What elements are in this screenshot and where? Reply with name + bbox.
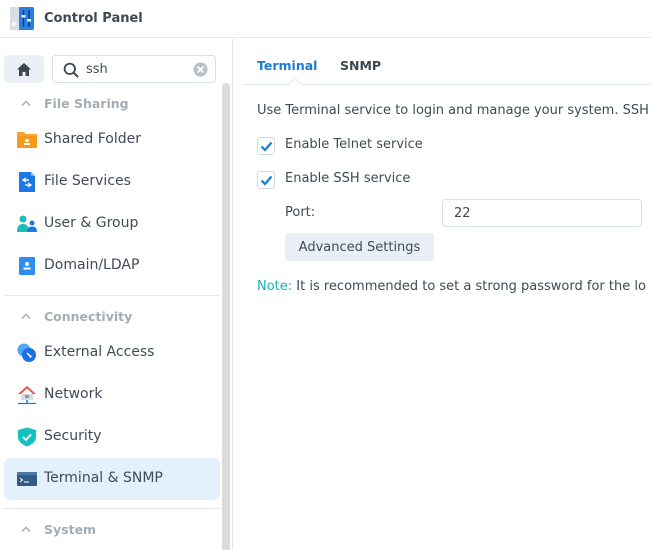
title-bar: Control Panel [0,0,651,38]
advanced-settings-button[interactable]: Advanced Settings [285,233,434,261]
sidebar-item-label: User & Group [44,215,139,231]
telnet-label: Enable Telnet service [285,137,423,152]
checkmark-icon [260,141,273,152]
sidebar-item-file-services[interactable]: File Services [4,161,220,203]
ssh-checkbox[interactable] [257,171,275,189]
chevron-up-icon [21,526,31,533]
group-label: Connectivity [44,308,133,324]
user-group-icon [17,215,37,232]
security-shield-icon [18,427,36,447]
ssh-label: Enable SSH service [285,171,411,186]
tab-terminal[interactable]: Terminal [257,58,317,73]
sidebar-item-security[interactable]: Security [4,416,220,458]
port-label: Port: [285,205,316,220]
note-body: It is recommended to set a strong passwo… [292,279,646,294]
home-button[interactable] [4,55,44,83]
sidebar-item-label: Domain/LDAP [44,257,140,273]
port-input[interactable] [442,199,642,227]
group-divider [4,295,220,296]
group-header-system[interactable]: System [0,517,220,541]
checkmark-icon [260,175,273,186]
terminal-icon [17,472,37,486]
sidebar-item-terminal-snmp[interactable]: Terminal & SNMP [4,458,220,500]
sidebar-item-label: Terminal & SNMP [44,470,163,486]
chevron-up-icon [21,100,31,107]
sidebar-item-label: Security [44,428,102,444]
domain-ldap-icon [19,257,35,275]
sidebar-item-shared-folder[interactable]: Shared Folder [4,119,220,161]
home-icon [17,62,31,76]
sidebar-item-label: File Services [44,173,131,189]
chevron-up-icon [21,313,31,320]
search-icon [63,62,79,78]
sidebar-item-user-group[interactable]: User & Group [4,203,220,245]
sidebar-item-domain-ldap[interactable]: Domain/LDAP [4,245,220,287]
sidebar-item-label: Network [44,386,103,402]
search-box[interactable] [52,55,216,83]
group-label: File Sharing [44,95,129,111]
shared-folder-icon [17,132,37,148]
active-tab-indicator [288,77,302,85]
group-divider [4,508,220,509]
sidebar-item-network[interactable]: Network [4,374,220,416]
window-title: Control Panel [44,11,143,26]
tab-snmp[interactable]: SNMP [340,58,381,73]
control-panel-icon [10,7,34,30]
sidebar-divider [232,39,233,550]
search-input[interactable] [86,60,186,78]
external-access-icon [17,343,36,362]
clear-icon[interactable] [193,62,208,77]
tab-bar: Terminal SNMP [243,56,651,85]
note-prefix: Note: [257,279,293,294]
sidebar-item-label: External Access [44,344,155,360]
note-text: Note: It is recommended to set a strong … [257,279,646,294]
network-icon [18,386,36,405]
sidebar-item-external-access[interactable]: External Access [4,332,220,374]
sidebar-item-label: Shared Folder [44,131,142,147]
group-header-connectivity[interactable]: Connectivity [0,304,220,328]
group-header-file-sharing[interactable]: File Sharing [0,91,220,115]
sidebar-scrollbar[interactable] [222,83,230,550]
telnet-checkbox[interactable] [257,137,275,155]
terminal-description: Use Terminal service to login and manage… [257,103,649,118]
group-label: System [44,521,97,537]
file-services-icon [19,172,35,192]
